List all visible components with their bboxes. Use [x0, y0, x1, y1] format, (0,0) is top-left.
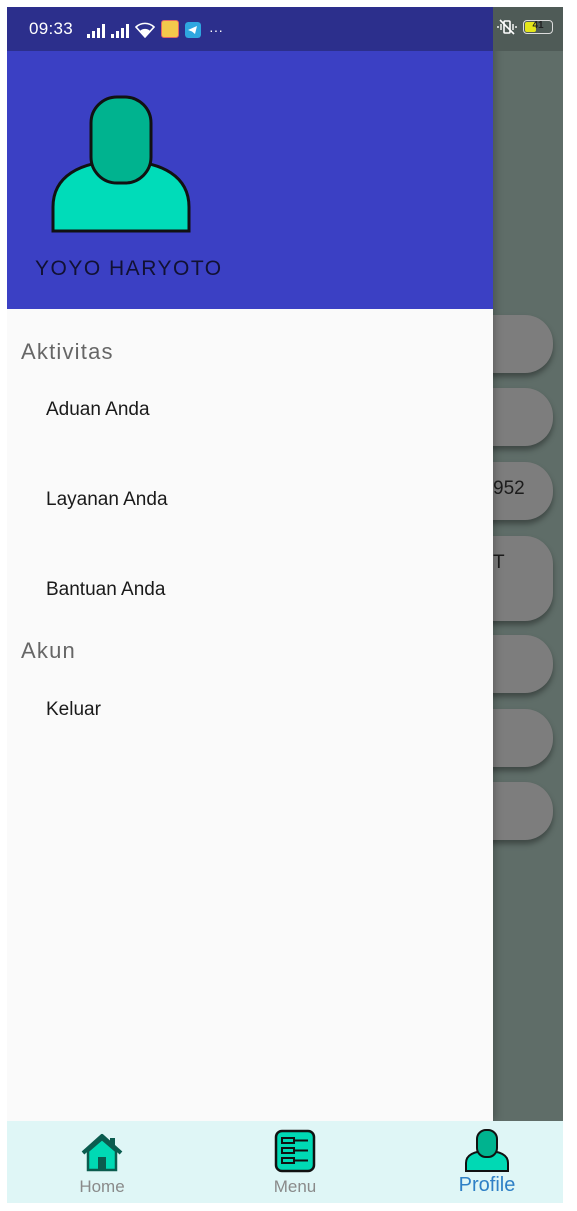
user-avatar-icon — [51, 95, 191, 233]
battery-icon: 41 — [523, 20, 553, 34]
vibrate-icon — [497, 19, 517, 35]
nav-label-menu: Menu — [273, 1177, 317, 1196]
telegram-icon — [185, 22, 201, 38]
menu-item-label: Layanan Anda — [46, 489, 168, 510]
nav-item-home[interactable]: Home — [22, 1121, 182, 1203]
battery-level: 41 — [532, 20, 544, 31]
phone-screen: 09:33 ··· 41 952 T YOYO HARYOTO Aktivita… — [7, 7, 563, 1203]
nav-item-profile[interactable]: Profile — [407, 1121, 563, 1203]
nav-label-home: Home — [79, 1177, 125, 1196]
status-left-icons: ··· — [87, 20, 223, 38]
navigation-drawer: YOYO HARYOTO Aktivitas Aduan Anda Layana… — [7, 7, 493, 1121]
nav-label-profile: Profile — [458, 1174, 516, 1196]
more-notifications-icon: ··· — [209, 22, 223, 38]
nav-item-menu[interactable]: Menu — [215, 1121, 375, 1203]
status-time: 09:33 — [29, 19, 74, 38]
status-right-icons: 41 — [497, 19, 553, 35]
menu-item-bantuan-anda[interactable]: Bantuan Anda — [7, 561, 493, 621]
drawer-header: YOYO HARYOTO — [7, 7, 493, 309]
wifi-icon — [135, 22, 155, 38]
status-bar: 09:33 ··· 41 — [7, 7, 563, 51]
home-icon — [81, 1134, 123, 1172]
section-title-aktivitas: Aktivitas — [21, 339, 114, 364]
app-notification-icon — [161, 20, 179, 38]
menu-item-layanan-anda[interactable]: Layanan Anda — [7, 471, 493, 531]
menu-item-keluar[interactable]: Keluar — [7, 681, 493, 741]
menu-list-icon — [274, 1129, 316, 1173]
user-name: YOYO HARYOTO — [35, 257, 223, 280]
section-title-akun: Akun — [21, 638, 76, 663]
signal-strength-icon-2 — [111, 22, 129, 38]
menu-item-label: Keluar — [46, 699, 101, 720]
signal-strength-icon — [87, 22, 105, 38]
menu-item-label: Bantuan Anda — [46, 579, 166, 600]
bottom-navigation: Home Menu Profile — [7, 1121, 563, 1203]
profile-icon — [465, 1129, 509, 1172]
menu-item-label: Aduan Anda — [46, 399, 150, 420]
menu-item-aduan-anda[interactable]: Aduan Anda — [7, 381, 493, 441]
